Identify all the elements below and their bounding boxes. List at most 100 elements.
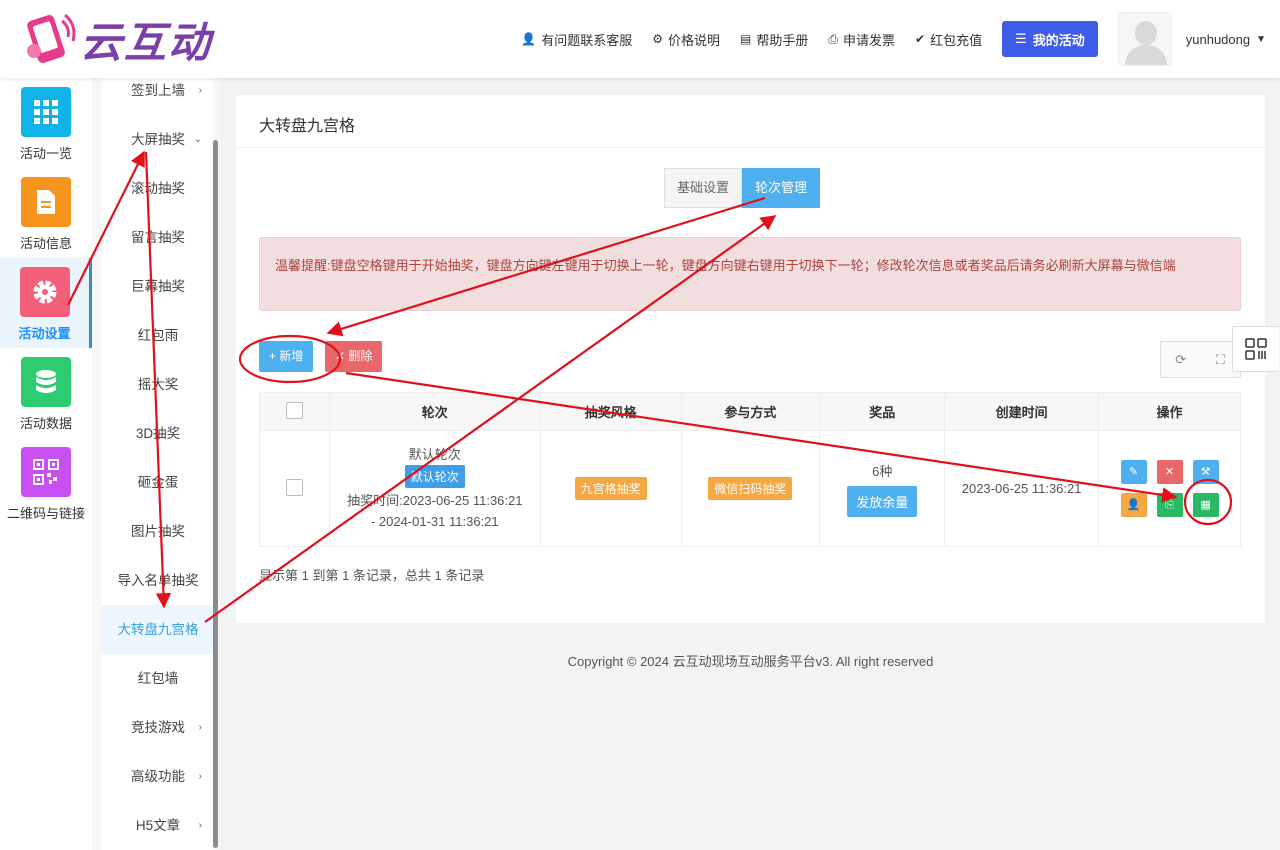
refresh-icon[interactable]: ⟳ (1161, 342, 1201, 377)
tab-bar: 基础设置 轮次管理 (664, 168, 821, 208)
submenu-item-redpacket-wall[interactable]: 红包墙 (102, 654, 214, 703)
top-nav: 👤 有问题联系客服 ⚙ 价格说明 ▤ 帮助手册 ⎙ 申请发票 ✔ 红包充值 ☰ … (501, 0, 1266, 78)
join-mode-badge: 微信扫码抽奖 (708, 477, 793, 500)
submenu-label: 高级功能 (131, 769, 185, 784)
nav-invoice[interactable]: ⎙ 申请发票 (828, 30, 895, 49)
shield-check-icon: ✔ (915, 32, 926, 46)
submenu-item-image-lottery[interactable]: 图片抽奖 (102, 507, 214, 556)
round-time-start: 抽奖时间:2023-06-25 11:36:21 (347, 493, 523, 508)
submenu-label: 摇大奖 (137, 377, 179, 392)
nav-label: 申请发票 (842, 32, 895, 48)
coin-icon: ⚙ (652, 32, 663, 46)
nav-contact-support[interactable]: 👤 有问题联系客服 (521, 30, 632, 49)
user-icon[interactable]: 👤 (1120, 493, 1147, 517)
sidebar-item-activity-data[interactable]: 活动数据 (0, 348, 92, 438)
chevron-right-icon: › (198, 771, 202, 782)
style-badge: 九宫格抽奖 (574, 477, 647, 500)
top-header: 云互动 👤 有问题联系客服 ⚙ 价格说明 ▤ 帮助手册 ⎙ 申请发票 ✔ 红包充… (0, 0, 1280, 78)
grid-icon (21, 87, 71, 137)
join-mode-cell: 微信扫码抽奖 (680, 430, 821, 547)
nav-label: 帮助手册 (756, 32, 809, 48)
submenu-item-giant-screen-lottery[interactable]: 巨幕抽奖 (102, 262, 214, 311)
floating-qrcode-button[interactable] (1232, 326, 1279, 372)
submenu-item-shake-prize[interactable]: 摇大奖 (102, 360, 214, 409)
chevron-right-icon: › (198, 722, 202, 733)
caret-down-icon: ▼ (1256, 33, 1266, 45)
submenu-scrollbar[interactable] (213, 140, 218, 848)
submenu-label: 滚动抽奖 (131, 181, 185, 196)
submenu-item-scroll-lottery[interactable]: 滚动抽奖 (102, 164, 214, 213)
select-all-checkbox[interactable] (285, 401, 303, 419)
submenu-item-h5-article[interactable]: H5文章 › (102, 801, 214, 850)
delete-button[interactable]: ✕ 删除 (325, 341, 383, 372)
submenu-label: 红包雨 (137, 328, 179, 343)
sidebar-item-qrcode-links[interactable]: 二维码与链接 (0, 438, 92, 528)
round-time-end: - 2024-01-31 11:36:21 (370, 514, 499, 529)
delete-icon[interactable]: ✕ (1156, 460, 1183, 484)
pagination-info: 显示第 1 到第 1 条记录，总共 1 条记录 (259, 568, 485, 583)
prize-cell: 6种 发放余量 (819, 430, 946, 547)
submenu-label: 巨幕抽奖 (131, 279, 185, 294)
submenu-item-import-list-lottery[interactable]: 导入名单抽奖 (102, 556, 214, 605)
book-icon: ▤ (740, 32, 752, 46)
page-title: 大转盘九宫格 (259, 118, 356, 135)
column-header: 参与方式 (680, 392, 821, 431)
logo[interactable]: 云互动 (20, 10, 212, 68)
nav-label: 有问题联系客服 (541, 32, 633, 48)
submenu-item-competitive-games[interactable]: 竞技游戏 › (102, 703, 214, 752)
qrcode-icon (1245, 338, 1267, 360)
submenu-item-advanced-features[interactable]: 高级功能 › (102, 752, 214, 801)
column-header: 创建时间 (944, 392, 1100, 431)
table-toolbar: ⟳ ⛶ (1160, 341, 1241, 378)
submenu-item-message-lottery[interactable]: 留言抽奖 (102, 213, 214, 262)
main-sidebar: 活动一览 活动信息 活动设置 活动数据 二维码与链接 (0, 78, 92, 850)
tab-round-management[interactable]: 轮次管理 (742, 168, 821, 208)
copy-icon[interactable]: ⎘ (1156, 493, 1183, 517)
table-header-row: 轮次 抽奖风格 参与方式 奖品 创建时间 操作 (259, 392, 1241, 431)
list-icon: ☰ (1015, 31, 1027, 46)
nav-redpacket-recharge[interactable]: ✔ 红包充值 (915, 30, 982, 49)
issue-remaining-button[interactable]: 发放余量 (847, 485, 918, 517)
submenu-item-golden-egg[interactable]: 砸金蛋 (102, 458, 214, 507)
submenu-label: 大转盘九宫格 (117, 622, 199, 637)
username: yunhudong (1185, 31, 1251, 47)
row-checkbox[interactable] (285, 478, 303, 496)
column-header: 操作 (1098, 392, 1241, 431)
sidebar-item-label: 二维码与链接 (6, 506, 85, 521)
round-cell: 默认轮次 默认轮次 抽奖时间:2023-06-25 11:36:21 - 202… (328, 430, 541, 547)
tab-basic-settings[interactable]: 基础设置 (664, 168, 743, 208)
add-button[interactable]: + 新增 (259, 341, 314, 372)
user-menu[interactable]: yunhudong ▼ (1186, 32, 1266, 47)
sidebar-item-activity-overview[interactable]: 活动一览 (0, 78, 92, 168)
sidebar-item-label: 活动数据 (19, 416, 72, 431)
edit-icon[interactable]: ✎ (1120, 460, 1147, 484)
my-activity-button[interactable]: ☰ 我的活动 (1002, 21, 1098, 57)
nav-pricing[interactable]: ⚙ 价格说明 (652, 30, 720, 49)
default-round-badge: 默认轮次 (404, 465, 465, 488)
submenu-label: 留言抽奖 (131, 230, 185, 245)
submenu-label: 红包墙 (137, 671, 179, 686)
submenu-label: 图片抽奖 (131, 524, 185, 539)
nav-label: 价格说明 (668, 32, 721, 48)
submenu-item-wheel-nine-grid[interactable]: 大转盘九宫格 (102, 605, 214, 654)
column-header: 奖品 (819, 392, 946, 431)
column-header: 抽奖风格 (539, 392, 682, 431)
sidebar-item-label: 活动设置 (18, 326, 71, 341)
submenu-label: 3D抽奖 (135, 426, 181, 441)
submenu-item-3d-lottery[interactable]: 3D抽奖 (102, 409, 214, 458)
submenu-item-redpacket-rain[interactable]: 红包雨 (102, 311, 214, 360)
table-row: 默认轮次 默认轮次 抽奖时间:2023-06-25 11:36:21 - 202… (259, 430, 1241, 547)
grid-layout-icon[interactable]: ▦ (1192, 493, 1219, 517)
sidebar-item-activity-info[interactable]: 活动信息 (0, 168, 92, 258)
nav-help-manual[interactable]: ▤ 帮助手册 (740, 30, 808, 49)
prize-count: 6种 (872, 463, 893, 479)
avatar[interactable] (1117, 12, 1172, 66)
created-time-cell: 2023-06-25 11:36:21 (944, 430, 1100, 547)
chevron-right-icon: › (198, 820, 202, 831)
rounds-table: 轮次 抽奖风格 参与方式 奖品 创建时间 操作 默认轮次 默认轮次 抽奖时间:2… (259, 392, 1241, 547)
style-cell: 九宫格抽奖 (539, 430, 682, 547)
submenu-item-bigscreen-lottery[interactable]: 大屏抽奖 ⌄ (102, 115, 214, 164)
sidebar-item-activity-settings[interactable]: 活动设置 (0, 258, 92, 348)
divider (236, 147, 1265, 148)
gavel-icon[interactable]: ⚒ (1192, 460, 1219, 484)
